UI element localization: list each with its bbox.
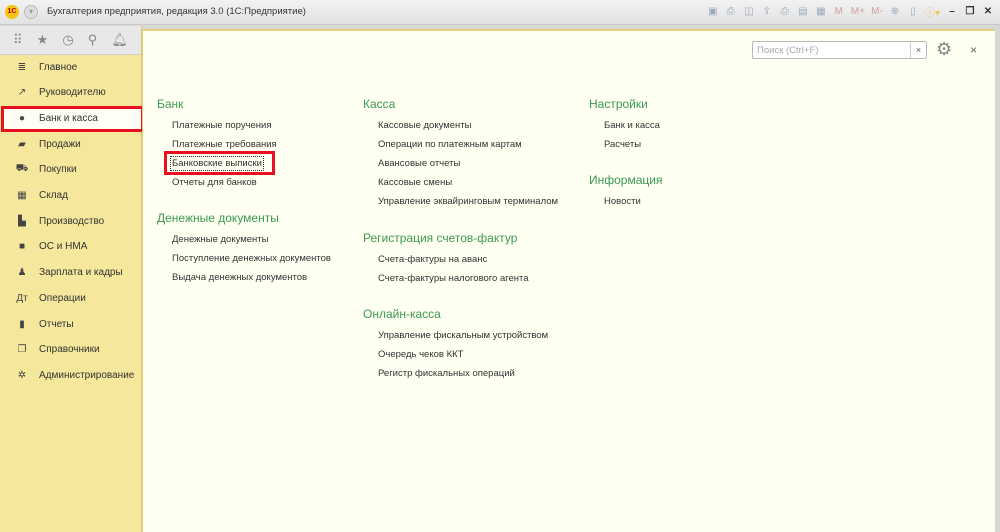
- settings-gear-icon[interactable]: ⚙: [936, 39, 952, 60]
- main-menu-button[interactable]: ▾: [24, 5, 38, 19]
- sidebar-item-label: Руководителю: [39, 86, 106, 98]
- sidebar-item[interactable]: ▰ Продажи: [3, 133, 141, 155]
- clear-search-button[interactable]: ×: [910, 42, 926, 58]
- sidebar-item-label: Производство: [39, 215, 105, 227]
- title-bar: 1С ▾ Бухгалтерия предприятия, редакция 3…: [0, 0, 1000, 25]
- sidebar-item[interactable]: ▙ Производство: [3, 210, 141, 232]
- group-title-info: Информация: [589, 173, 663, 187]
- sidebar-item[interactable]: ⛟ Покупки: [3, 158, 141, 180]
- sidebar-item-label: Администрирование: [39, 369, 135, 381]
- restore-button[interactable]: ❐: [964, 6, 976, 17]
- sidebar-item-label: Отчеты: [39, 318, 74, 330]
- print-icon[interactable]: ⎙: [725, 6, 737, 17]
- upload-icon[interactable]: ⇪: [761, 6, 773, 17]
- memory-minus-button[interactable]: M-: [871, 6, 883, 17]
- section-icon: ❐: [17, 343, 27, 355]
- section-icon: ▮: [19, 318, 25, 330]
- nav-link[interactable]: Операции по платежным картам: [378, 139, 522, 150]
- sidebar-item-label: ОС и НМА: [39, 240, 88, 252]
- highlight-frame-bank-statements: [164, 151, 275, 175]
- sidebar-item[interactable]: ■ ОС и НМА: [3, 235, 141, 257]
- sidebar-item-label: Главное: [39, 61, 78, 73]
- sidebar-item[interactable]: ↗ Руководителю: [3, 81, 141, 103]
- calendar-icon[interactable]: ▦: [815, 6, 827, 17]
- sidebar-item[interactable]: ≣ Главное: [3, 56, 141, 78]
- sidebar-item[interactable]: Дт Операции: [3, 287, 141, 309]
- nav-link[interactable]: Регистр фискальных операций: [378, 368, 515, 379]
- section-icon: ■: [18, 240, 26, 252]
- sidebar-item-label: Склад: [39, 189, 68, 201]
- sidebar-item[interactable]: ❐ Справочники: [3, 338, 141, 360]
- calculator-icon[interactable]: ▤: [797, 6, 809, 17]
- nav-link[interactable]: Счета-фактуры налогового агента: [378, 273, 529, 284]
- search-icon[interactable]: ⚲: [88, 32, 98, 48]
- save-icon[interactable]: ▣: [707, 6, 719, 17]
- memory-plus-button[interactable]: M+: [851, 6, 865, 17]
- group-title-bank: Банк: [157, 97, 184, 111]
- nav-link[interactable]: Управление фискальным устройством: [378, 330, 548, 341]
- sidebar-item-label: Операции: [39, 292, 86, 304]
- section-icon: ≣: [17, 61, 27, 73]
- window-toolbar: ▣ ⎙ ◫ ⇪ ⎙ ▤ ▦ M M+ M- ⊕ ▯ ⓘ▾ – ❐ ✕: [707, 4, 994, 19]
- sidebar-item-label: Зарплата и кадры: [39, 266, 123, 278]
- sidebar-item[interactable]: ▦ Склад: [3, 184, 141, 206]
- section-icon: Дт: [16, 292, 28, 304]
- nav-link[interactable]: Управление эквайринговым терминалом: [378, 196, 558, 207]
- nav-link[interactable]: Авансовые отчеты: [378, 158, 460, 169]
- sidebar-item-label: Продажи: [39, 138, 81, 150]
- nav-link[interactable]: Кассовые смены: [378, 177, 452, 188]
- nav-link[interactable]: Очередь чеков ККТ: [378, 349, 463, 360]
- nav-link[interactable]: Банк и касса: [604, 120, 660, 131]
- panel-icon[interactable]: ▯: [907, 6, 919, 17]
- main-content: Поиск (Ctrl+F) × ⚙ × Банк Платежные поруче…: [142, 29, 995, 532]
- nav-link[interactable]: Кассовые документы: [378, 120, 471, 131]
- nav-link[interactable]: Счета-фактуры на аванс: [378, 254, 487, 265]
- sidebar-item[interactable]: ♟ Зарплата и кадры: [3, 261, 141, 283]
- close-window-button[interactable]: ✕: [982, 6, 994, 17]
- history-icon[interactable]: ◷: [62, 32, 73, 48]
- favorites-star-icon[interactable]: ★: [37, 32, 49, 48]
- group-title-invoices: Регистрация счетов-фактур: [363, 231, 518, 245]
- group-title-kassa: Касса: [363, 97, 396, 111]
- memory-m-button[interactable]: M: [833, 6, 845, 17]
- app-logo-icon: 1С: [5, 5, 19, 19]
- highlight-frame: [1, 106, 144, 132]
- section-icon: ▙: [18, 215, 26, 227]
- sidebar-item-label: Покупки: [39, 163, 77, 175]
- sidebar-item-label: Справочники: [39, 343, 100, 355]
- zoom-icon[interactable]: ⊕: [889, 6, 901, 17]
- section-icon: ▦: [17, 189, 27, 201]
- search-input[interactable]: Поиск (Ctrl+F) ×: [752, 41, 927, 59]
- notifications-bell-icon[interactable]: 🔔︎: [111, 32, 128, 48]
- nav-link[interactable]: Платежные требования: [172, 139, 277, 150]
- group-title-money_docs: Денежные документы: [157, 211, 279, 225]
- section-icon: ♟: [17, 266, 27, 278]
- nav-link[interactable]: Платежные поручения: [172, 120, 272, 131]
- print2-icon[interactable]: ⎙: [779, 6, 791, 17]
- info-icon[interactable]: ⓘ▾: [925, 4, 940, 19]
- section-icon: ⛟: [15, 162, 29, 174]
- nav-link[interactable]: Выдача денежных документов: [172, 272, 307, 283]
- nav-link[interactable]: Поступление денежных документов: [172, 253, 331, 264]
- nav-link[interactable]: Расчеты: [604, 139, 641, 150]
- apps-grid-icon[interactable]: ⠿: [13, 32, 23, 48]
- sidebar-item[interactable]: ▮ Отчеты: [3, 313, 141, 335]
- group-title-online: Онлайн-касса: [363, 307, 441, 321]
- window-title: Бухгалтерия предприятия, редакция 3.0 (1…: [47, 6, 306, 17]
- nav-link[interactable]: Денежные документы: [172, 234, 268, 245]
- section-icon: ↗: [17, 86, 27, 98]
- sidebar-item[interactable]: ✲ Администрирование: [3, 364, 141, 386]
- minimize-button[interactable]: –: [946, 6, 958, 17]
- close-icon[interactable]: ×: [970, 43, 977, 57]
- search-placeholder: Поиск (Ctrl+F): [757, 45, 819, 56]
- preview-icon[interactable]: ◫: [743, 6, 755, 17]
- group-title-settings: Настройки: [589, 97, 648, 111]
- nav-link[interactable]: Новости: [604, 196, 641, 207]
- quick-toolbar: ⠿ ★ ◷ ⚲ 🔔︎: [0, 26, 141, 55]
- nav-link[interactable]: Отчеты для банков: [172, 177, 257, 188]
- section-icon: ▰: [18, 138, 26, 150]
- section-icon: ✲: [17, 369, 27, 381]
